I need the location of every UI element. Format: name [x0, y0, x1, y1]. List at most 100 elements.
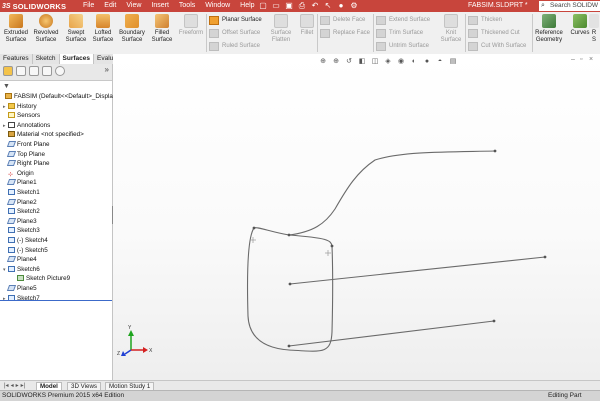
tree-item[interactable]: (-) Sketch5: [3, 246, 48, 255]
thicken-button[interactable]: Thicken: [468, 15, 502, 25]
tree-item[interactable]: ▾ Sketch6: [3, 265, 40, 274]
configuration-manager-tab-icon[interactable]: [29, 66, 39, 76]
tree-item[interactable]: Front Plane: [3, 140, 50, 149]
select-icon[interactable]: ↖: [323, 1, 333, 10]
thickened-cut-button[interactable]: Thickened Cut: [468, 28, 520, 38]
tree-item[interactable]: Plane2: [3, 198, 37, 207]
menu-help[interactable]: Help: [235, 0, 259, 12]
menu-insert[interactable]: Insert: [146, 0, 174, 12]
undo-icon[interactable]: ↶: [310, 1, 320, 10]
button-label: Reference: [535, 30, 563, 36]
tree-item[interactable]: ▸ Sketch7: [3, 294, 40, 303]
next-tab-icon[interactable]: ▸: [16, 382, 19, 389]
last-tab-icon[interactable]: ▸|: [21, 382, 26, 389]
tree-item[interactable]: ▸ Annotations: [3, 121, 50, 130]
sketch-geometry[interactable]: Y X Z: [113, 54, 600, 380]
thickened-cut-icon: [468, 28, 478, 38]
dimxpert-tab-icon[interactable]: [42, 66, 52, 76]
sketch-loop: [246, 227, 334, 352]
tree-item[interactable]: Plane1: [3, 178, 37, 187]
property-manager-tab-icon[interactable]: [16, 66, 26, 76]
offset-surface-button[interactable]: Offset Surface: [209, 28, 260, 38]
tree-item[interactable]: Right Plane: [3, 159, 50, 168]
ruled-surface-button[interactable]: Ruled Surface: [209, 41, 260, 51]
extruded-surface-button[interactable]: Extruded Surface: [1, 14, 31, 43]
menu-window[interactable]: Window: [200, 0, 235, 12]
triad-x-label: X: [149, 348, 153, 354]
command-manager: Extruded Surface Revolved Surface Swept …: [0, 12, 600, 55]
display-manager-tab-icon[interactable]: [55, 66, 65, 76]
knit-surface-button[interactable]: Knit Surface: [436, 14, 466, 43]
tab-scroll-arrows: |◂ ◂ ▸ ▸|: [4, 382, 25, 389]
filled-surface-button[interactable]: Filled Surface: [147, 14, 177, 43]
cut-with-surface-button[interactable]: Cut With Surface: [468, 41, 526, 51]
menu-edit[interactable]: Edit: [99, 0, 121, 12]
sketch-point: [330, 244, 334, 248]
new-document-icon[interactable]: ▢: [258, 1, 268, 10]
revolved-surface-button[interactable]: Revolved Surface: [31, 14, 61, 43]
rebuild-icon[interactable]: ●: [336, 1, 346, 10]
options-icon[interactable]: ⚙: [349, 1, 359, 10]
tab-surfaces[interactable]: Surfaces: [59, 54, 94, 64]
tree-item[interactable]: ▸ History: [3, 102, 37, 111]
trim-surface-button[interactable]: Trim Surface: [376, 28, 423, 38]
mat-icon: [8, 131, 15, 138]
tree-item[interactable]: Top Plane: [3, 150, 45, 159]
extend-surface-button[interactable]: Extend Surface: [376, 15, 430, 25]
search-box[interactable]: ⌕ Search SOLIDW: [539, 1, 600, 11]
panel-toolbar: »: [0, 64, 112, 81]
reference-geometry-button[interactable]: Reference Geometry: [534, 14, 564, 43]
tree-item[interactable]: Plane5: [3, 284, 37, 293]
part-icon: [5, 93, 12, 99]
previous-tab-icon[interactable]: ◂: [11, 382, 14, 389]
pic-icon: [17, 275, 24, 282]
button-label: Flatten: [271, 36, 291, 43]
button-label: Boundary: [119, 30, 145, 36]
tree-item[interactable]: Sketch1: [3, 188, 40, 197]
planar-surface-button[interactable]: Planar Surface: [209, 15, 262, 25]
tree-item[interactable]: FABSIM (Default<<Default>_Displa: [0, 92, 113, 101]
tree-item[interactable]: (-) Sketch4: [3, 236, 48, 245]
tree-item[interactable]: Material <not specified>: [3, 130, 84, 139]
graphics-area[interactable]: ⊕ ⊕ ↺ ◧ ◫ ◈ ◉ ◐ ● ◓ ▤ – ▫ × Y X Z: [113, 54, 600, 380]
print-icon[interactable]: ⎙: [297, 1, 307, 10]
open-icon[interactable]: ▭: [271, 1, 281, 10]
tab-sketch[interactable]: Sketch: [33, 54, 60, 64]
tree-item[interactable]: Sensors: [3, 111, 40, 120]
search-icon: ⌕: [541, 2, 545, 9]
button-label: Revolved: [33, 30, 59, 36]
more-tools-icon: [589, 14, 599, 28]
tree-item[interactable]: Plane3: [3, 217, 37, 226]
plane-icon: [6, 179, 17, 186]
button-label: Cut With Surface: [481, 43, 527, 49]
delete-face-button[interactable]: Delete Face: [320, 15, 365, 25]
tree-item[interactable]: Sketch Picture9: [12, 274, 70, 283]
first-tab-icon[interactable]: |◂: [4, 382, 9, 389]
save-icon[interactable]: ▣: [284, 1, 294, 10]
tree-item[interactable]: Sketch2: [3, 207, 40, 216]
menu-view[interactable]: View: [121, 0, 146, 12]
tree-item[interactable]: Sketch3: [3, 226, 40, 235]
rollback-bar[interactable]: [0, 300, 112, 301]
freeform-button[interactable]: Freeform: [176, 14, 206, 37]
tree-item-label: Plane1: [17, 179, 37, 187]
tree-item[interactable]: Plane4: [3, 255, 37, 264]
boundary-surface-button[interactable]: Boundary Surface: [117, 14, 147, 43]
lofted-surface-button[interactable]: Lofted Surface: [88, 14, 118, 43]
knit-surface-icon: [444, 14, 458, 28]
replace-face-button[interactable]: Replace Face: [320, 28, 370, 38]
solidworks-logo[interactable]: 3S SOLIDWORKS: [2, 1, 66, 11]
feature-manager-tab-icon[interactable]: [3, 66, 13, 76]
button-label: Untrim Surface: [389, 43, 430, 49]
menu-file[interactable]: File: [78, 0, 99, 12]
more-tools-button[interactable]: R S: [588, 14, 600, 43]
untrim-surface-button[interactable]: Untrim Surface: [376, 41, 429, 51]
revolved-surface-icon: [39, 14, 53, 28]
chevron-right-icon[interactable]: »: [105, 65, 109, 74]
swept-surface-button[interactable]: Swept Surface: [61, 14, 91, 43]
surface-flatten-icon: [274, 14, 288, 28]
filter-icon[interactable]: ▼: [3, 83, 11, 91]
menu-tools[interactable]: Tools: [174, 0, 200, 12]
tab-features[interactable]: Features: [0, 54, 33, 64]
tree-item[interactable]: ⊹ Origin: [3, 169, 34, 178]
